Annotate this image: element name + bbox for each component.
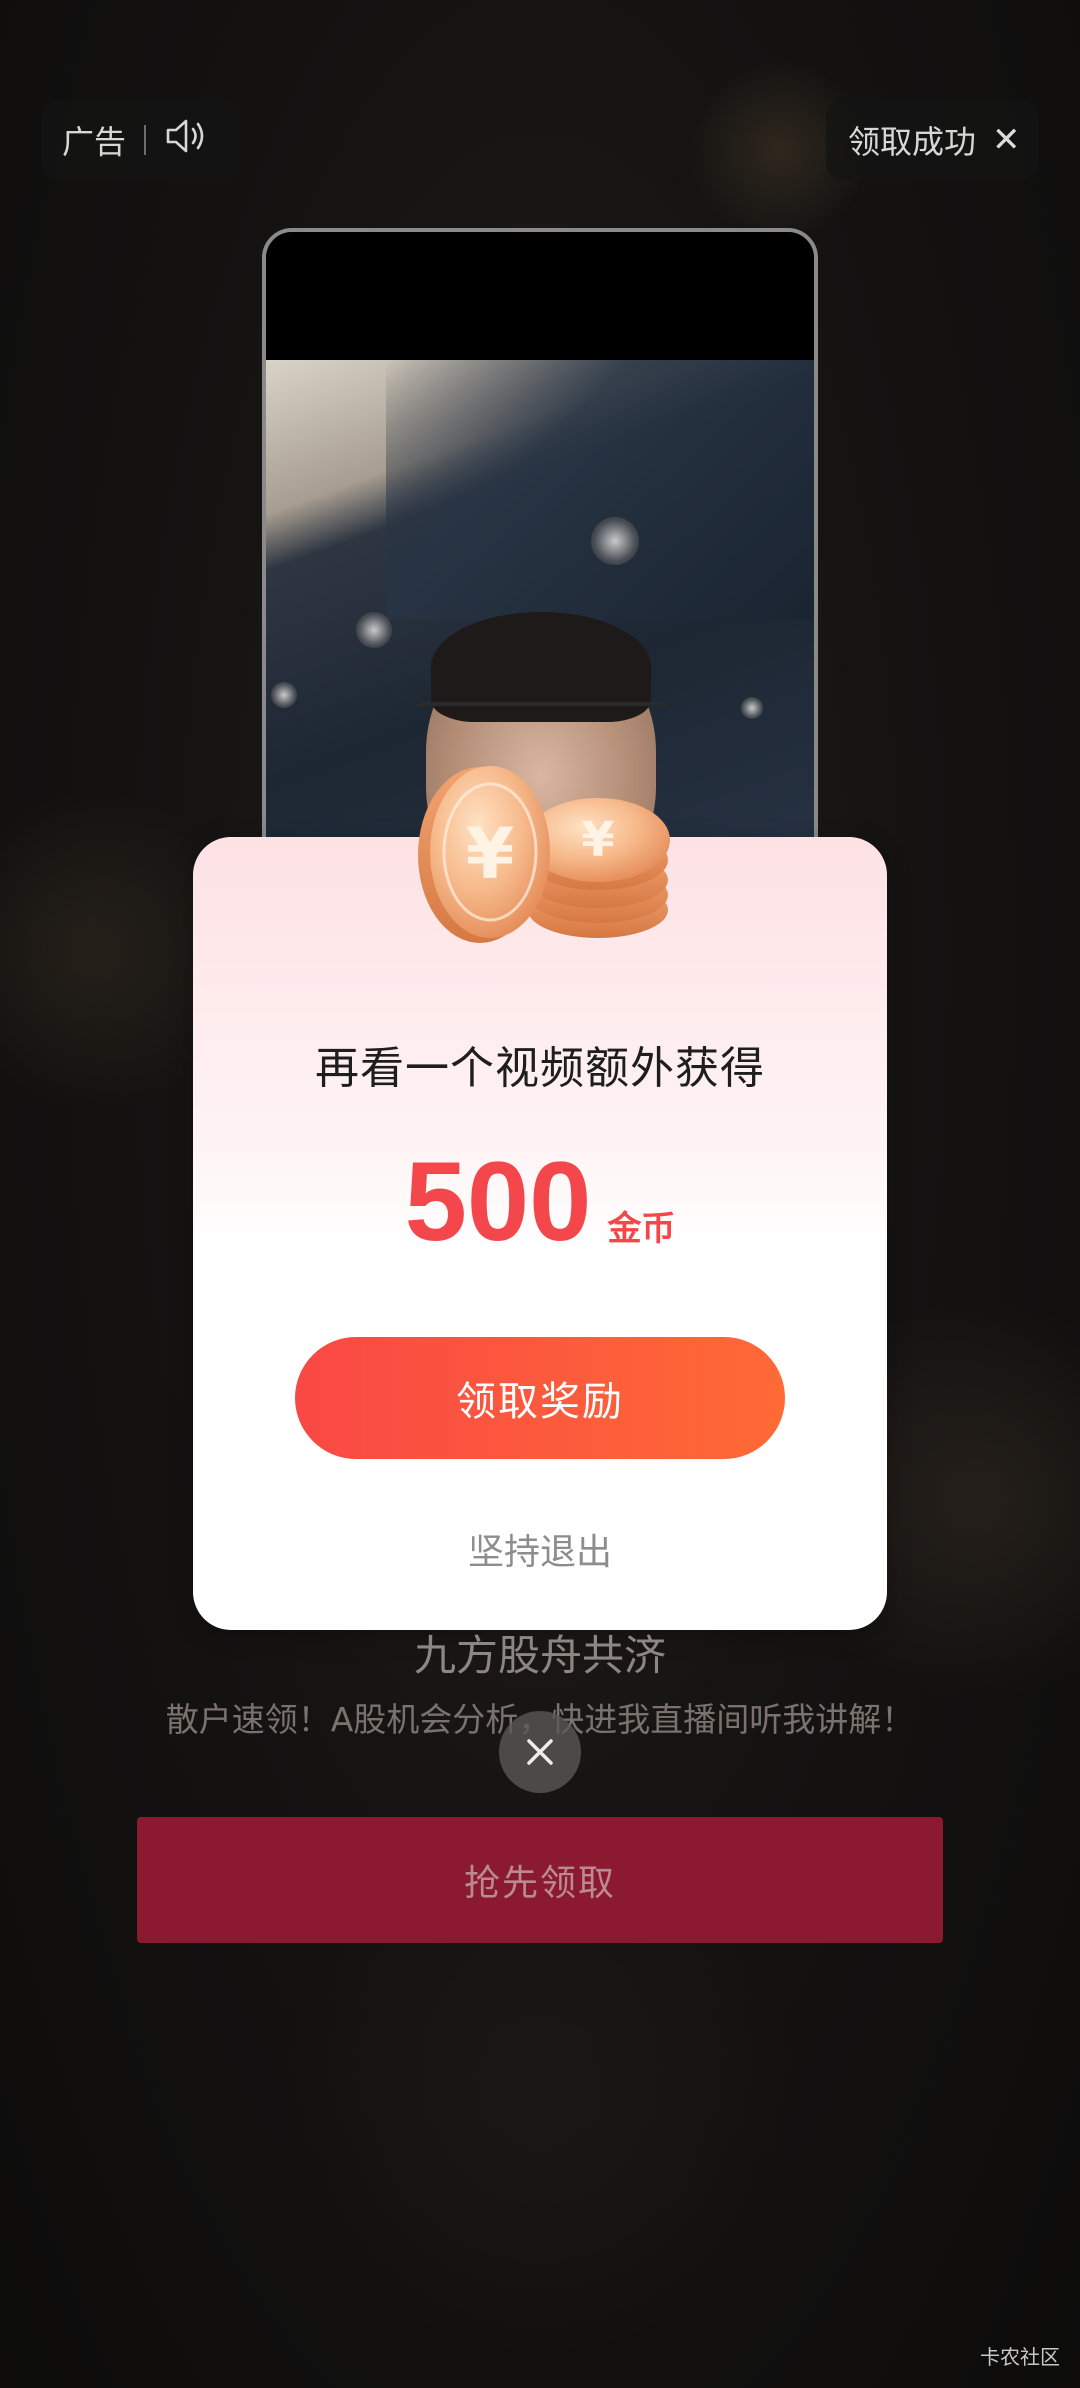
camera-lamp	[591, 517, 639, 565]
gold-coins-icon: ¥ ¥	[418, 766, 670, 943]
reward-amount: 500	[404, 1139, 592, 1264]
svg-text:¥: ¥	[581, 812, 614, 868]
camera-lamp	[741, 697, 763, 719]
camera-lamp	[271, 682, 297, 708]
watermark: 卡农社区	[980, 2345, 1060, 2369]
close-icon[interactable]: ✕	[992, 120, 1021, 160]
speaker-icon[interactable]	[164, 116, 210, 164]
grab-first-button[interactable]: 抢先领取	[137, 1817, 943, 1943]
ad-label: 广告	[62, 123, 127, 161]
ceiling	[386, 360, 814, 620]
svg-text:¥: ¥	[466, 813, 515, 895]
reward-amount-row: 500 金币	[193, 1137, 887, 1266]
ad-indicator: 广告	[42, 100, 238, 180]
close-button[interactable]	[499, 1711, 581, 1793]
dialog-title: 再看一个视频额外获得	[315, 1043, 765, 1094]
insist-quit-link[interactable]: 坚持退出	[193, 1523, 887, 1575]
divider	[144, 125, 147, 155]
camera-lamp	[356, 612, 392, 648]
ad-title: 九方股舟共济	[413, 1631, 666, 1680]
reward-success-close[interactable]: 领取成功 ✕	[826, 100, 1038, 180]
claim-reward-button[interactable]: 领取奖励	[295, 1337, 785, 1459]
success-label: 领取成功	[848, 123, 977, 161]
close-icon	[527, 1739, 553, 1765]
reward-unit: 金币	[607, 1209, 676, 1249]
glasses	[414, 702, 669, 740]
video-letterbox	[266, 232, 814, 360]
